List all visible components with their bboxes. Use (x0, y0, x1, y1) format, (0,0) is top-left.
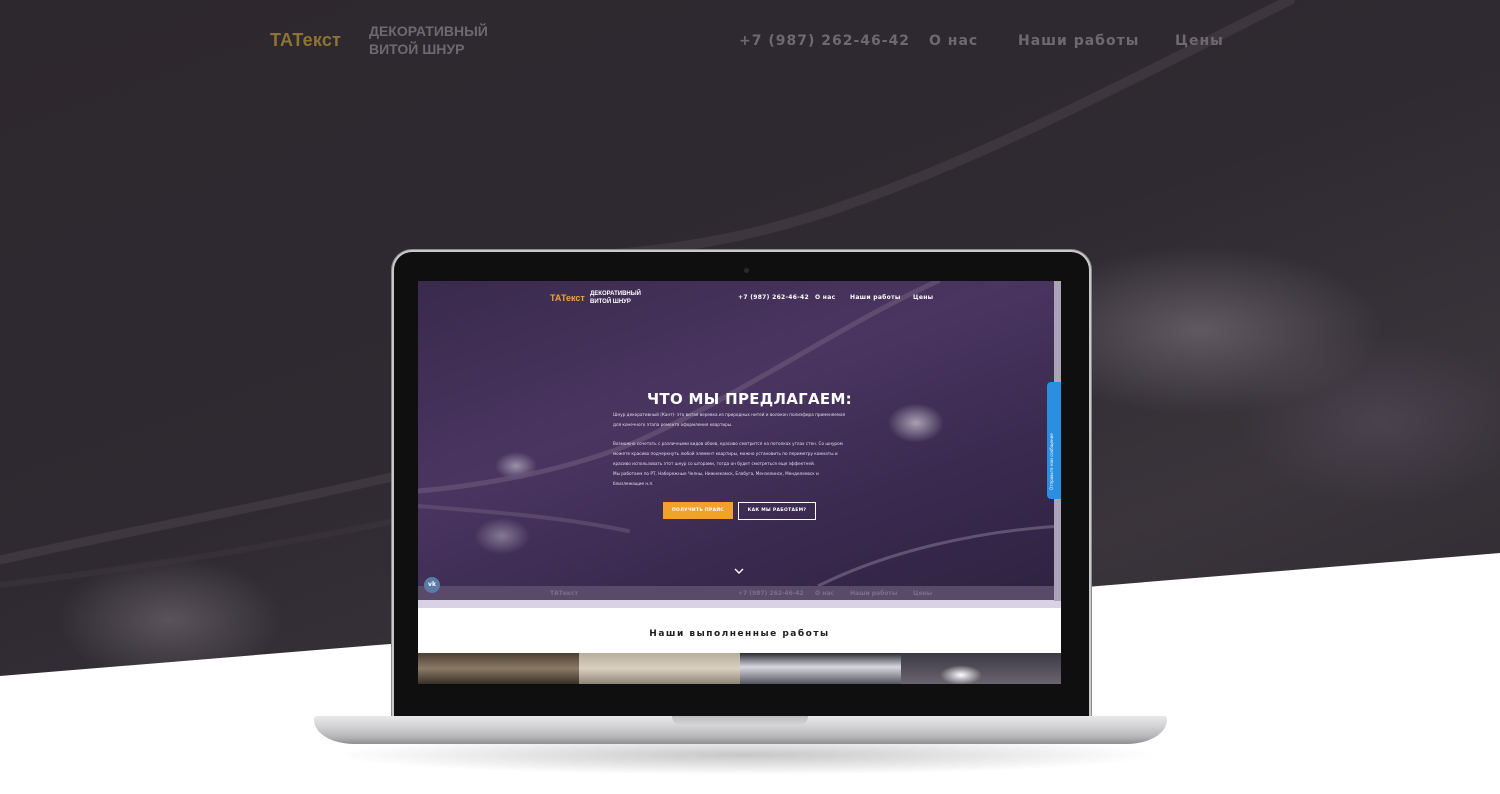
work-thumbnail[interactable] (418, 653, 579, 684)
screen-sticky-prices: Цены (913, 590, 933, 597)
screen-divider-band (418, 600, 1061, 608)
nav-works[interactable]: Наши работы (1018, 33, 1139, 49)
screen-hero-line: близлежащие н.п. (613, 481, 654, 486)
brand-logo[interactable]: ТАТекст (270, 30, 341, 51)
screen-nav-prices[interactable]: Цены (913, 294, 933, 301)
chat-widget[interactable]: Отправьте нам сообщение (1047, 382, 1061, 499)
laptop-notch (672, 716, 808, 726)
work-thumbnail[interactable] (901, 653, 1061, 684)
work-thumbnail[interactable] (579, 653, 740, 684)
stage: ТАТекст ДЕКОРАТИВНЫЙ ВИТОЙ ШНУР +7 (987)… (0, 0, 1500, 794)
chat-widget-label: Отправьте нам сообщение (1049, 433, 1054, 490)
screen-nav-about[interactable]: О нас (815, 294, 835, 301)
brand-tagline: ДЕКОРАТИВНЫЙ ВИТОЙ ШНУР (369, 23, 488, 57)
screen-sticky-brand: ТАТекст (550, 590, 579, 597)
work-thumbnail[interactable] (740, 653, 901, 684)
how-we-work-button[interactable]: КАК МЫ РАБОТАЕМ? (738, 502, 816, 520)
camera-icon (744, 268, 749, 273)
nav-prices[interactable]: Цены (1175, 33, 1224, 49)
screen-hero-line: Возможно сочетать с различными видов обо… (613, 441, 843, 446)
screen-sticky-phone: +7 (987) 262-46-42 (738, 590, 804, 597)
screen-sticky-works: Наши работы (850, 590, 898, 597)
screen-hero-line: Шнур декоративный (Кант)- это витая вере… (613, 412, 846, 417)
screen-hero-title: ЧТО МЫ ПРЕДЛАГАЕМ: (647, 390, 852, 408)
screen-hero-line: можете красиво подчеркнуть любой элемент… (613, 451, 838, 456)
screen-brand-tagline: ДЕКОРАТИВНЫЙ ВИТОЙ ШНУР (590, 291, 641, 305)
screen-nav-works[interactable]: Наши работы (850, 294, 901, 301)
screen-sticky-about: О нас (815, 590, 834, 597)
screen-works-title: Наши выполненные работы (649, 629, 830, 639)
chevron-down-icon[interactable] (734, 568, 744, 576)
laptop-bezel (418, 684, 1061, 704)
screen-hero-rope (418, 281, 1061, 586)
screen-hero-line: красиво использовать этот шнур со шторам… (613, 461, 816, 466)
vk-icon[interactable]: vk (424, 577, 440, 593)
screen-brand-logo[interactable]: ТАТекст (550, 293, 585, 303)
screen-hero-line: для конечного этапа ремонта оформления к… (613, 422, 733, 427)
nav-about[interactable]: О нас (929, 33, 978, 49)
get-price-button[interactable]: ПОЛУЧИТЬ ПРАЙС (663, 502, 733, 519)
screen-hero-line: Мы работаем по РТ, Набережные Челны, Ниж… (613, 471, 819, 476)
screen-nav-phone[interactable]: +7 (987) 262-46-42 (738, 294, 809, 301)
nav-phone[interactable]: +7 (987) 262-46-42 (739, 33, 910, 49)
laptop-screen: ТАТекст ДЕКОРАТИВНЫЙ ВИТОЙ ШНУР +7 (987)… (418, 281, 1061, 684)
